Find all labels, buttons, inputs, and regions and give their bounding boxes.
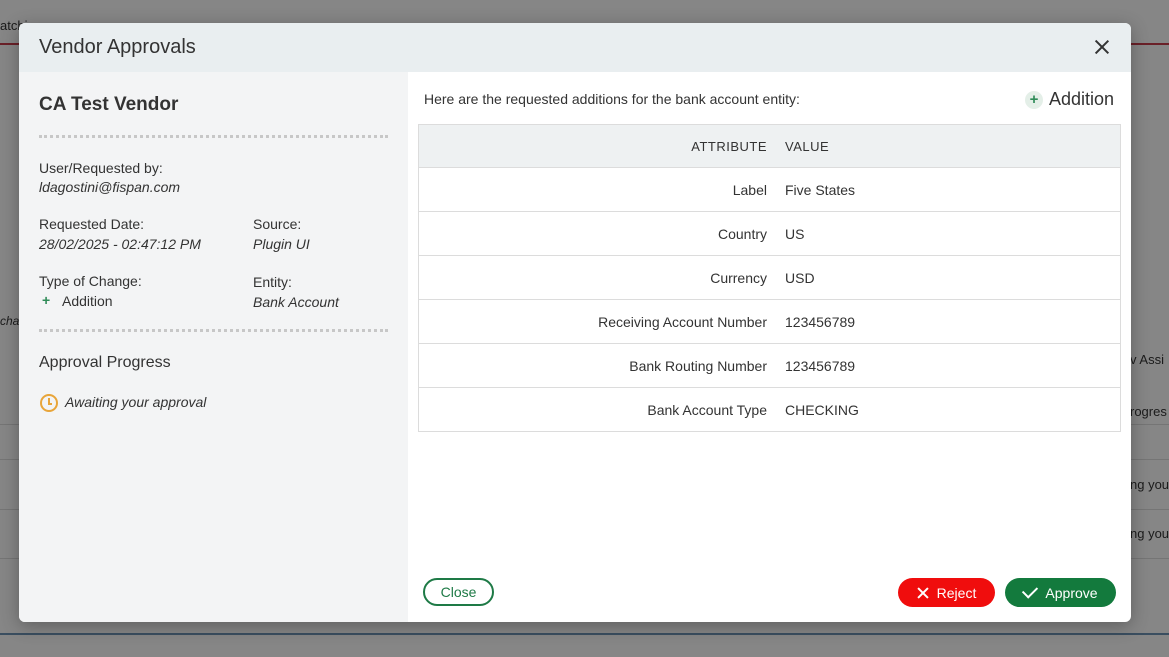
approve-button-label: Approve [1045,584,1098,601]
request-intro: Here are the requested additions for the… [424,91,800,107]
value-cell: 123456789 [785,299,1121,344]
source-label: Source: [253,216,302,232]
details-panel: CA Test Vendor User/Requested by: ldagos… [19,72,408,622]
value-column-header: VALUE [785,124,1121,168]
table-row: Bank Account Type CHECKING [418,387,1121,432]
user-label: User/Requested by: [39,160,163,176]
attribute-cell: Label [418,167,785,212]
source-value: Plugin UI [253,236,310,252]
table-row: Receiving Account Number 123456789 [418,299,1121,344]
table-row: Country US [418,211,1121,256]
approval-progress-title: Approval Progress [39,354,171,371]
value-cell: Five States [785,167,1121,212]
attribute-cell: Country [418,211,785,256]
table-row: Label Five States [418,167,1121,212]
value-cell: CHECKING [785,387,1121,432]
vendor-approvals-modal: Vendor Approvals CA Test Vendor User/Req… [19,23,1131,622]
table-row: Currency USD [418,255,1121,300]
vendor-name: CA Test Vendor [39,94,179,115]
requested-date-label: Requested Date: [39,216,145,232]
dotted-divider [39,329,388,332]
table-row: Bank Routing Number 123456789 [418,343,1121,388]
type-of-change-label: Type of Change: [39,273,142,289]
clock-icon [40,394,58,412]
value-cell: US [785,211,1121,256]
table-header-row: ATTRIBUTE VALUE [418,124,1121,168]
close-icon [917,587,929,599]
close-button[interactable]: Close [423,578,494,606]
change-type-badge: + Addition [1025,89,1114,110]
approve-button[interactable]: Approve [1005,578,1116,607]
modal-title: Vendor Approvals [39,36,196,58]
plus-icon: + [42,292,51,308]
user-value: ldagostini@fispan.com [39,179,181,195]
dotted-divider [39,135,388,138]
entity-label: Entity: [253,274,292,290]
value-cell: 123456789 [785,343,1121,388]
check-icon [1022,582,1039,599]
attribute-cell: Receiving Account Number [418,299,785,344]
plus-icon: + [1025,90,1043,109]
attribute-cell: Currency [418,255,785,300]
close-icon[interactable] [1091,36,1113,58]
entity-value: Bank Account [253,294,339,310]
type-of-change-value: Addition [62,293,113,309]
attribute-cell: Bank Account Type [418,387,785,432]
attribute-cell: Bank Routing Number [418,343,785,388]
value-cell: USD [785,255,1121,300]
requested-date-value: 28/02/2025 - 02:47:12 PM [39,236,201,252]
modal-header: Vendor Approvals [19,23,1131,72]
change-type-label: Addition [1049,89,1115,109]
reject-button[interactable]: Reject [898,578,995,607]
attribute-column-header: ATTRIBUTE [418,124,785,168]
attributes-table: ATTRIBUTE VALUE Label Five States Countr… [418,124,1121,432]
reject-button-label: Reject [936,584,977,601]
approval-status: Awaiting your approval [65,394,207,410]
